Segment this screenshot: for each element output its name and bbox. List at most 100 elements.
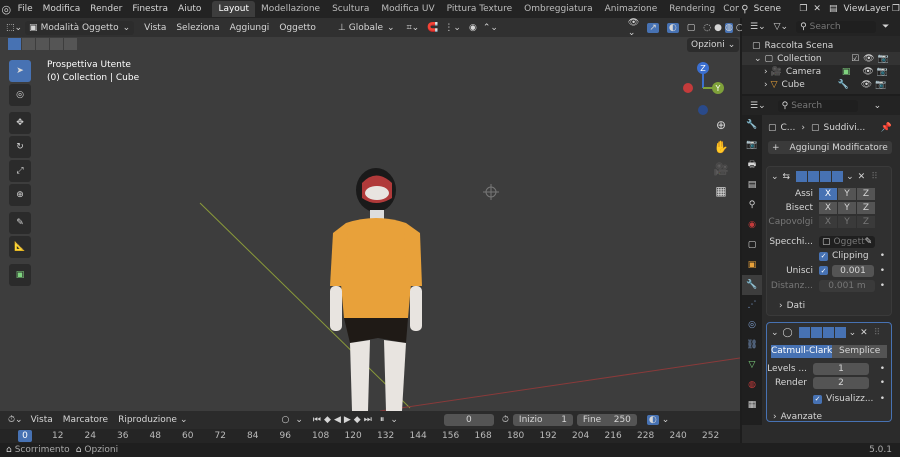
tab-texture-paint[interactable]: Pittura Texture xyxy=(441,1,519,17)
flip-z-toggle[interactable]: Z xyxy=(857,216,875,228)
funnel-icon[interactable]: ⏷ xyxy=(882,22,889,32)
drag-handle-icon[interactable]: ⠿ xyxy=(871,172,878,182)
levels-field[interactable]: 1 xyxy=(813,363,869,375)
keying-icon[interactable]: ⌄ xyxy=(295,415,303,425)
tab-layout[interactable]: Layout xyxy=(212,1,256,17)
zoom-icon[interactable]: ⊕ xyxy=(712,118,730,140)
chevron-down-icon[interactable]: ⌄ xyxy=(874,101,882,111)
proportional-edit-icon[interactable]: ◉ xyxy=(469,23,477,33)
constraints-tab-icon[interactable]: ⛓ xyxy=(742,335,762,355)
snap-icon[interactable]: 🧲 xyxy=(427,23,438,33)
render-tab-icon[interactable]: 📷 xyxy=(742,135,762,155)
flip-y-toggle[interactable]: Y xyxy=(838,216,856,228)
pan-hand-icon[interactable]: ✋ xyxy=(712,140,730,162)
tab-sculpting[interactable]: Scultura xyxy=(326,1,375,17)
tab-uv-editing[interactable]: Modifica UV xyxy=(375,1,440,17)
visualize-checkbox[interactable]: ✓ xyxy=(813,394,822,404)
material-tab-icon[interactable]: ◍ xyxy=(742,375,762,395)
select-subtract-icon[interactable] xyxy=(36,38,49,50)
play-reverse-icon[interactable]: ◀ xyxy=(334,415,341,425)
add-cube-tool-button[interactable]: ▣ xyxy=(9,264,31,286)
navigation-gizmo[interactable]: Z Y xyxy=(680,60,730,120)
data-tab-icon[interactable]: ▽ xyxy=(742,355,762,375)
render-toggle-icon[interactable] xyxy=(832,171,844,182)
tab-animation[interactable]: Animazione xyxy=(599,1,664,17)
tl-menu-marker[interactable]: Marcatore xyxy=(63,415,108,425)
scene-tab-icon[interactable]: ⚲ xyxy=(742,195,762,215)
checkbox-icon[interactable]: ☑ xyxy=(851,54,859,64)
menu-select[interactable]: Seleziona xyxy=(176,23,219,33)
menu-window[interactable]: Finestra xyxy=(127,0,173,18)
eyedropper-icon[interactable]: ✎ xyxy=(865,237,873,247)
eye-icon[interactable]: 👁 xyxy=(861,80,872,90)
bisect-x-toggle[interactable]: X xyxy=(819,202,837,214)
viewport-toggle-icon[interactable] xyxy=(822,327,834,338)
select-box-icon[interactable] xyxy=(8,38,21,50)
chevron-down-icon[interactable]: ⌄ xyxy=(849,328,857,338)
render-toggle-icon[interactable] xyxy=(834,327,846,338)
outliner-editor-icon[interactable]: ☰⌄ xyxy=(750,22,766,32)
physics-tab-icon[interactable]: ◎ xyxy=(742,315,762,335)
next-key-icon[interactable]: ◆ xyxy=(354,415,361,425)
scene-name[interactable]: Scene xyxy=(754,4,792,14)
timeline-overlay-icon[interactable]: ◐ xyxy=(646,415,659,425)
3d-viewport[interactable]: Prospettiva Utente (0) Collection | Cube… xyxy=(0,18,740,411)
camera-render-icon[interactable]: 📷 xyxy=(877,67,888,77)
pivot-icon[interactable]: ⌗⌄ xyxy=(407,23,420,33)
annotate-tool-button[interactable]: ✎ xyxy=(9,212,31,234)
particles-tab-icon[interactable]: ⋰ xyxy=(742,295,762,315)
keyframe-dot-icon[interactable]: • xyxy=(880,251,885,261)
blender-logo-icon[interactable]: ◎ xyxy=(0,3,13,16)
cage-toggle-icon[interactable] xyxy=(810,327,822,338)
keyframe-dot-icon[interactable]: • xyxy=(880,266,885,276)
chevron-down-icon[interactable]: ⌄ xyxy=(846,172,854,182)
keyframe-dot-icon[interactable]: • xyxy=(880,364,885,374)
tl-menu-playback[interactable]: Riproduzione xyxy=(118,415,177,425)
output-tab-icon[interactable]: 🖶 xyxy=(742,155,762,175)
timeline-editor-icon[interactable]: ⏱⌄ xyxy=(8,415,23,425)
properties-editor-icon[interactable]: ☰⌄ xyxy=(750,101,766,111)
tab-compositing[interactable]: Com xyxy=(721,1,739,17)
simple-button[interactable]: Semplice xyxy=(832,345,887,358)
filter-icon[interactable]: ▽⌄ xyxy=(774,22,788,32)
outliner-root-row[interactable]: ▢ Raccolta Scena xyxy=(742,39,900,52)
view-layer-tab-icon[interactable]: ▤ xyxy=(742,175,762,195)
modifier-tab-icon[interactable]: 🔧 xyxy=(742,275,762,295)
outliner-row-cube[interactable]: › ▽ Cube 🔧 👁 📷 xyxy=(742,78,900,91)
distance-field[interactable]: 0.001 m xyxy=(819,279,875,292)
overlay-toggle-icon[interactable]: ◐ xyxy=(666,22,679,33)
proportional-falloff-icon[interactable]: ⌃⌄ xyxy=(483,23,498,33)
eye-icon[interactable]: 👁 xyxy=(863,54,874,64)
menu-view[interactable]: Vista xyxy=(144,23,166,33)
tab-modeling[interactable]: Modellazione xyxy=(255,1,326,17)
timeline-ruler[interactable]: 0 12 24 36 48 60 72 84 96 108 120 132 144 156 168 180 1… xyxy=(0,429,740,443)
shading-wireframe-icon[interactable]: ◌ xyxy=(703,23,711,33)
jump-end-icon[interactable]: ⏭ xyxy=(364,415,372,425)
close-icon[interactable]: ✕ xyxy=(858,172,866,182)
outliner-row-collection[interactable]: ⌄ ▢ Collection ☑ 👁 📷 xyxy=(742,52,900,65)
clock-icon[interactable]: ⏱ xyxy=(502,415,509,425)
viewlayer-name[interactable]: ViewLayer xyxy=(843,4,889,14)
keyframe-dot-icon[interactable]: • xyxy=(880,378,885,388)
axis-x-toggle[interactable]: X xyxy=(819,188,837,200)
clipping-checkbox[interactable]: ✓ xyxy=(819,251,828,261)
visibility-icon[interactable]: 👁⌄ xyxy=(628,18,639,38)
start-frame-field[interactable]: Inizio 1 xyxy=(512,414,573,426)
chevron-down-icon[interactable]: ⌄ xyxy=(662,415,670,425)
move-tool-button[interactable]: ✥ xyxy=(9,112,31,134)
end-frame-field[interactable]: Fine 250 xyxy=(576,414,637,426)
scene-close-icon[interactable]: ✕ xyxy=(813,4,821,14)
options-button[interactable]: Opzioni ⌄ xyxy=(687,38,740,52)
flip-x-toggle[interactable]: X xyxy=(819,216,837,228)
keyframe-dot-icon[interactable]: • xyxy=(880,281,885,291)
mode-dropdown[interactable]: ▣ Modalità Oggetto ⌄ xyxy=(25,20,135,35)
axis-z-toggle[interactable]: Z xyxy=(857,188,875,200)
ortho-grid-icon[interactable]: ▦ xyxy=(712,184,730,206)
tab-shading[interactable]: Ombreggiatura xyxy=(518,1,599,17)
menu-object[interactable]: Oggetto xyxy=(279,23,316,33)
orientation-dropdown[interactable]: ⊥ Globale ⌄ xyxy=(334,21,399,35)
drag-handle-icon[interactable]: ⠿ xyxy=(874,328,881,338)
select-extend-icon[interactable] xyxy=(22,38,35,50)
axis-y-toggle[interactable]: Y xyxy=(838,188,856,200)
viewport-toggle-icon[interactable] xyxy=(820,171,832,182)
